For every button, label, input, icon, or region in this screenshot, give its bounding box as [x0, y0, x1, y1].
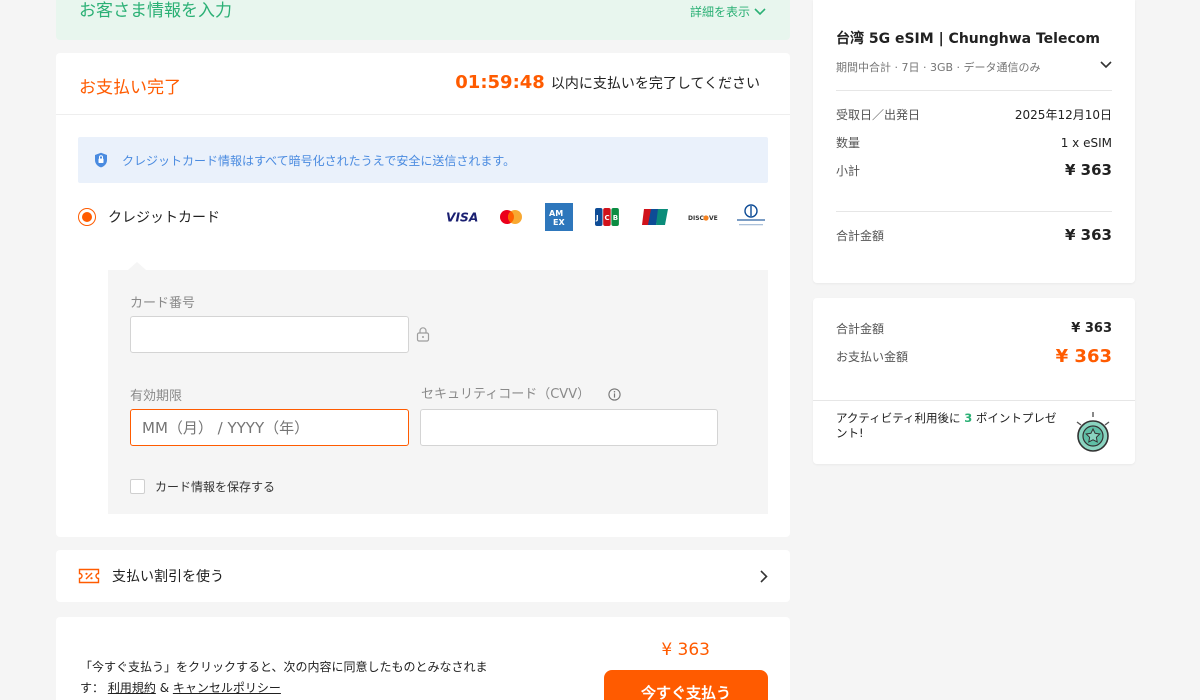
- pay-amount-value: ¥ 363: [1055, 346, 1112, 367]
- svg-text:DISC: DISC: [688, 215, 705, 222]
- svg-text:VISA: VISA: [446, 211, 478, 224]
- lock-icon: [416, 327, 430, 342]
- total-amount-value: ¥ 363: [1071, 321, 1112, 336]
- total-amount-row: 合計金額 ¥ 363: [836, 320, 1112, 337]
- summary-row-quantity: 数量 1 x eSIM: [836, 134, 1112, 151]
- summary-divider: [836, 211, 1112, 212]
- expiry-label: 有効期限: [130, 389, 183, 404]
- and-separator: &: [159, 681, 170, 695]
- expiry-input[interactable]: [130, 409, 409, 446]
- totals-divider: [813, 400, 1135, 401]
- product-title: 台湾 5G eSIM | Chunghwa Telecom: [836, 31, 1100, 47]
- countdown-timer: 01:59:48: [455, 72, 545, 93]
- card-number-label: カード番号: [130, 296, 196, 311]
- summary-row-total: 合計金額 ¥ 363: [836, 226, 1112, 244]
- mastercard-logo: [494, 204, 528, 230]
- date-label: 受取日／出発日: [836, 108, 921, 122]
- pay-amount-label: お支払い金額: [836, 350, 909, 364]
- cancel-policy-link[interactable]: キャンセルポリシー: [173, 681, 281, 695]
- payment-card: お支払い完了 01:59:48 以内に支払いを完了してください クレジットカード…: [56, 53, 790, 537]
- star-medal-icon: [1076, 412, 1110, 452]
- summary-divider: [836, 90, 1112, 91]
- unionpay-logo: [638, 204, 672, 230]
- svg-text:VER: VER: [709, 215, 718, 222]
- credit-card-label: クレジットカード: [108, 210, 220, 226]
- summary-total-label: 合計金額: [836, 228, 885, 243]
- pay-now-button[interactable]: 今すぐ支払う: [604, 670, 768, 700]
- coupon-icon: [78, 568, 100, 584]
- customer-info-title: お客さま情報を入力: [79, 1, 232, 21]
- checkout-card: 「今すぐ支払う」をクリックすると、次の内容に同意したものとみなされます： 利用規…: [56, 617, 790, 700]
- date-value: 2025年12月10日: [1014, 108, 1112, 122]
- discover-logo: DISC VER: [686, 204, 720, 230]
- jcb-logo: JCB: [590, 204, 624, 230]
- chevron-down-icon[interactable]: [1100, 61, 1112, 69]
- points-prefix: アクティビティ利用後に: [836, 411, 961, 425]
- total-amount-label: 合計金額: [836, 322, 885, 336]
- quantity-value: 1 x eSIM: [1060, 135, 1112, 150]
- pay-amount-row: お支払い金額 ¥ 363: [836, 346, 1112, 367]
- cvv-label: セキュリティコード（CVV）: [421, 387, 591, 402]
- save-card-checkbox[interactable]: [130, 479, 145, 494]
- svg-text:B: B: [613, 214, 618, 222]
- payment-total-card: 合計金額 ¥ 363 お支払い金額 ¥ 363 アクティビティ利用後に 3 ポイ…: [813, 298, 1135, 464]
- svg-text:AM: AM: [549, 209, 563, 218]
- timer-suffix: 以内に支払いを完了してください: [550, 76, 760, 92]
- payment-title: お支払い完了: [79, 78, 181, 98]
- credit-card-radio[interactable]: [78, 208, 96, 226]
- card-form-panel: カード番号 有効期限 セキュリティコード（CVV） カード情報を保存する: [108, 262, 768, 514]
- visa-logo: VISA: [446, 204, 480, 230]
- chevron-down-icon: [754, 7, 766, 15]
- payment-discount-row[interactable]: 支払い割引を使う: [56, 550, 790, 602]
- summary-row-date: 受取日／出発日 2025年12月10日: [836, 106, 1112, 123]
- card-number-input[interactable]: [130, 316, 409, 353]
- payment-header: お支払い完了 01:59:48 以内に支払いを完了してください: [56, 53, 790, 115]
- info-icon[interactable]: [608, 388, 621, 401]
- show-details-toggle[interactable]: 詳細を表示: [690, 3, 766, 20]
- svg-text:J: J: [595, 214, 599, 222]
- agreement-text: 「今すぐ支払う」をクリックすると、次の内容に同意したものとみなされます： 利用規…: [80, 657, 500, 699]
- points-value: 3: [964, 411, 973, 425]
- secure-notice-text: クレジットカード情報はすべて暗号化されたうえで安全に送信されます。: [122, 153, 516, 168]
- diners-club-logo: [734, 204, 768, 230]
- checkout-price: ¥ 363: [661, 640, 710, 660]
- points-promo: アクティビティ利用後に 3 ポイントプレゼント!: [836, 411, 1066, 441]
- card-brand-logos: VISA AMEX JCB DISC VER: [446, 203, 768, 231]
- summary-total-value: ¥ 363: [1065, 226, 1112, 244]
- subtotal-value: ¥ 363: [1065, 161, 1112, 179]
- svg-text:EX: EX: [553, 218, 565, 227]
- customer-info-bar: お客さま情報を入力 詳細を表示: [56, 0, 790, 40]
- show-details-label: 詳細を表示: [689, 5, 750, 19]
- shield-icon: [95, 152, 107, 168]
- payment-method-credit-card[interactable]: クレジットカード VISA AMEX JCB DISC VER: [78, 203, 768, 231]
- discount-label: 支払い割引を使う: [112, 569, 224, 585]
- cvv-label-wrap: セキュリティコード（CVV）: [421, 383, 621, 402]
- svg-text:C: C: [605, 214, 610, 222]
- amex-logo: AM EX: [542, 203, 576, 231]
- chevron-right-icon: [760, 569, 768, 583]
- order-summary-card: 台湾 5G eSIM | Chunghwa Telecom 期間中合計 · 7日…: [813, 0, 1135, 283]
- secure-notice: クレジットカード情報はすべて暗号化されたうえで安全に送信されます。: [78, 137, 768, 183]
- payment-timer: 01:59:48 以内に支払いを完了してください: [455, 72, 760, 93]
- subtotal-label: 小計: [836, 163, 861, 178]
- cvv-input[interactable]: [420, 409, 718, 446]
- product-subtitle: 期間中合計 · 7日 · 3GB · データ通信のみ: [836, 61, 1041, 74]
- terms-link[interactable]: 利用規約: [108, 681, 156, 695]
- save-card-row[interactable]: カード情報を保存する: [130, 478, 275, 495]
- quantity-label: 数量: [836, 136, 861, 150]
- save-card-label: カード情報を保存する: [155, 480, 276, 494]
- summary-row-subtotal: 小計 ¥ 363: [836, 161, 1112, 179]
